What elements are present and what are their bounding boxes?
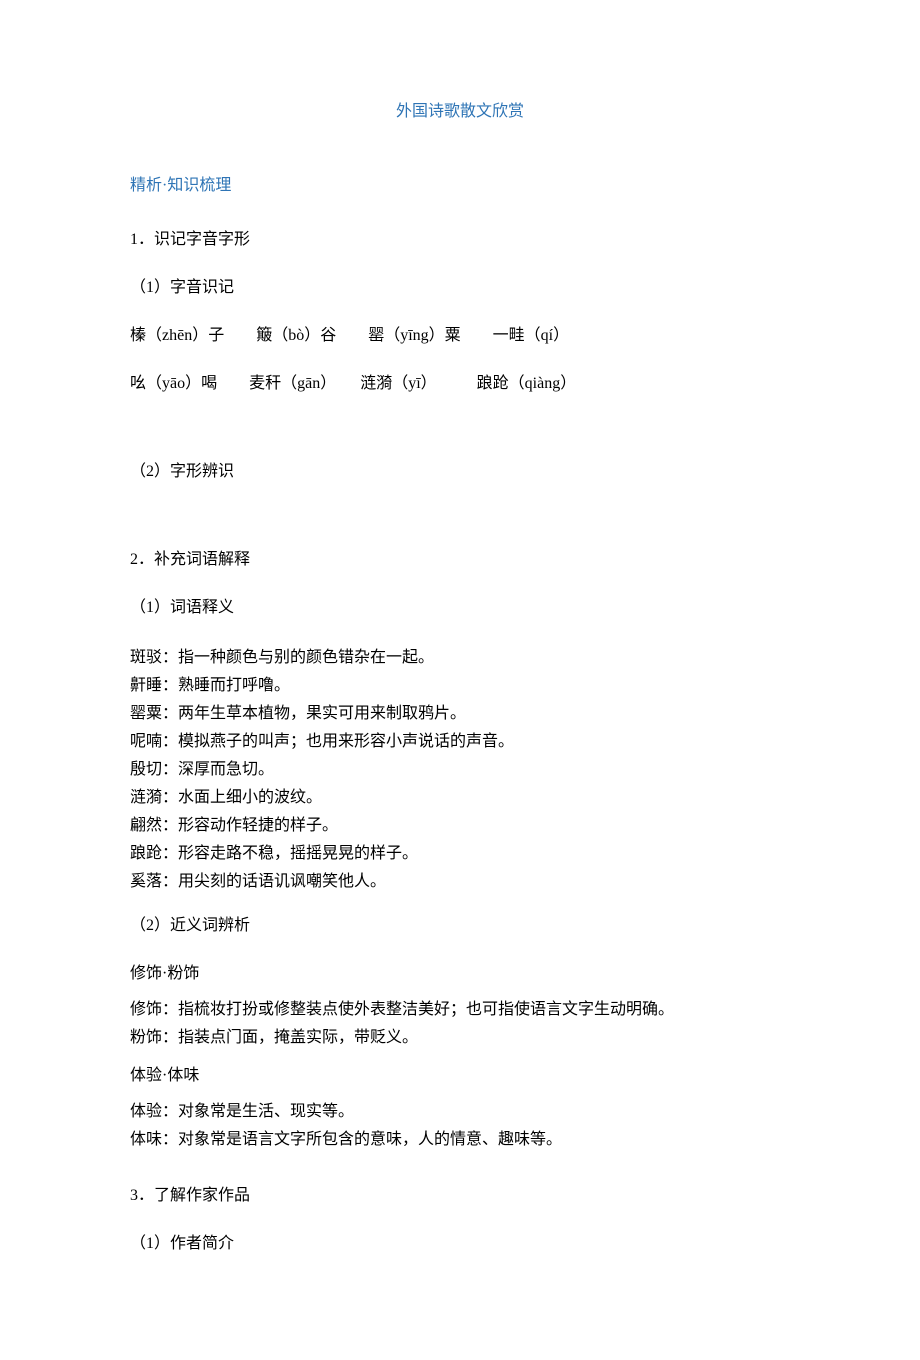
- definitions-block: 斑驳：指一种颜色与别的颜色错杂在一起。 鼾睡：熟睡而打呼噜。 罂粟：两年生草本植…: [130, 644, 790, 896]
- def-item: 呢喃：模拟燕子的叫声；也用来形容小声说话的声音。: [130, 728, 790, 756]
- synonym-line: 体味：对象常是语言文字所包含的意味，人的情意、趣味等。: [130, 1126, 790, 1154]
- synonym-pair-2-body: 体验：对象常是生活、现实等。 体味：对象常是语言文字所包含的意味，人的情意、趣味…: [130, 1098, 790, 1154]
- heading-3: 3．了解作家作品: [130, 1184, 790, 1208]
- def-item: 翩然：形容动作轻捷的样子。: [130, 812, 790, 840]
- heading-2-2: （2）近义词辨析: [130, 914, 790, 938]
- def-item: 殷切：深厚而急切。: [130, 756, 790, 784]
- synonym-pair-1-body: 修饰：指梳妆打扮或修整装点使外表整洁美好；也可指使语言文字生动明确。 粉饰：指装…: [130, 996, 790, 1052]
- synonym-line: 粉饰：指装点门面，掩盖实际，带贬义。: [130, 1024, 790, 1052]
- section-analysis-heading: 精析·知识梳理: [130, 174, 790, 198]
- synonym-line: 体验：对象常是生活、现实等。: [130, 1098, 790, 1126]
- heading-2: 2．补充词语解释: [130, 548, 790, 572]
- def-item: 涟漪：水面上细小的波纹。: [130, 784, 790, 812]
- page-title: 外国诗歌散文欣赏: [130, 100, 790, 124]
- pinyin-line-2: 吆（yāo）喝 麦秆（gān） 涟漪（yī） 踉跄（qiàng）: [130, 372, 790, 396]
- def-item: 奚落：用尖刻的话语讥讽嘲笑他人。: [130, 868, 790, 896]
- def-item: 罂粟：两年生草本植物，果实可用来制取鸦片。: [130, 700, 790, 728]
- heading-3-1: （1）作者简介: [130, 1232, 790, 1256]
- synonym-pair-2-head: 体验·体味: [130, 1064, 790, 1088]
- synonym-line: 修饰：指梳妆打扮或修整装点使外表整洁美好；也可指使语言文字生动明确。: [130, 996, 790, 1024]
- heading-1-2: （2）字形辨识: [130, 460, 790, 484]
- synonym-pair-1-head: 修饰·粉饰: [130, 962, 790, 986]
- heading-1-1: （1）字音识记: [130, 276, 790, 300]
- def-item: 斑驳：指一种颜色与别的颜色错杂在一起。: [130, 644, 790, 672]
- def-item: 鼾睡：熟睡而打呼噜。: [130, 672, 790, 700]
- def-item: 踉跄：形容走路不稳，摇摇晃晃的样子。: [130, 840, 790, 868]
- heading-1: 1．识记字音字形: [130, 228, 790, 252]
- pinyin-line-1: 榛（zhēn）子 簸（bò）谷 罂（yīng）粟 一畦（qí）: [130, 324, 790, 348]
- heading-2-1: （1）词语释义: [130, 596, 790, 620]
